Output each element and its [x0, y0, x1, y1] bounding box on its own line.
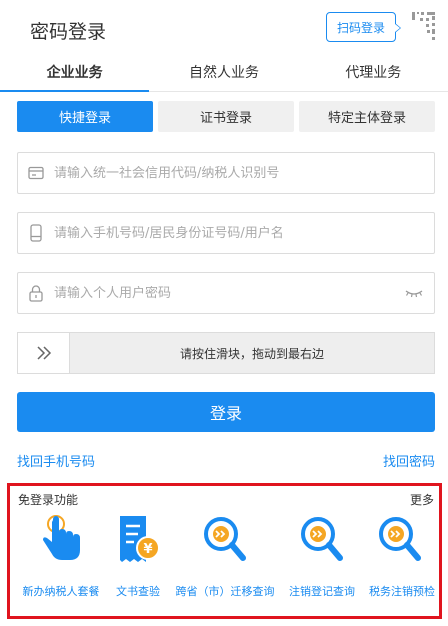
slider-captcha: 请按住滑块，拖动到最右边	[17, 332, 435, 374]
free-func-document-check[interactable]: ¥ 文书查验	[110, 486, 166, 616]
slider-handle[interactable]	[18, 333, 70, 373]
free-login-section: 免登录功能 更多 新办纳税人套餐 ¥ 文书查验 跨省（市）迁移查询 注销登记查询…	[7, 483, 442, 619]
credit-code-field	[17, 152, 435, 194]
phone-icon	[18, 213, 54, 253]
free-func-label: 注销登记查询	[289, 585, 355, 598]
free-func-deregistration-query[interactable]: 注销登记查询	[284, 486, 360, 616]
password-field	[17, 272, 435, 314]
business-tabs: 企业业务 自然人业务 代理业务	[0, 52, 448, 92]
search-magnifier-icon	[379, 517, 421, 561]
lock-icon	[18, 273, 54, 313]
free-func-migration-query[interactable]: 跨省（市）迁移查询	[170, 486, 280, 616]
id-card-icon	[18, 153, 54, 193]
page-title: 密码登录	[30, 21, 107, 43]
hand-tap-icon	[43, 515, 80, 560]
special-entity-login-button[interactable]: 特定主体登录	[299, 101, 435, 132]
tab-enterprise[interactable]: 企业业务	[0, 52, 150, 92]
eye-closed-icon[interactable]	[394, 273, 434, 313]
certificate-login-button[interactable]: 证书登录	[158, 101, 294, 132]
credit-code-input[interactable]	[54, 165, 434, 181]
free-func-label: 文书查验	[116, 585, 160, 598]
phone-input[interactable]	[54, 225, 434, 241]
quick-login-button[interactable]: 快捷登录	[17, 101, 153, 132]
login-button[interactable]: 登录	[17, 392, 435, 432]
document-yuan-icon: ¥	[120, 516, 160, 562]
free-func-deregistration-precheck[interactable]: 税务注销预检	[364, 486, 440, 616]
free-func-label: 税务注销预检	[369, 585, 435, 598]
free-func-label: 新办纳税人套餐	[22, 585, 100, 598]
qr-code-icon[interactable]	[406, 10, 442, 46]
login-mode-selector: 快捷登录 证书登录 特定主体登录	[17, 101, 435, 132]
phone-field	[17, 212, 435, 254]
tab-individual[interactable]: 自然人业务	[149, 52, 298, 91]
search-magnifier-icon	[204, 517, 246, 561]
free-func-label: 跨省（市）迁移查询	[175, 585, 275, 598]
search-magnifier-icon	[301, 517, 343, 561]
header: 密码登录 扫码登录	[0, 0, 448, 52]
password-input[interactable]	[54, 285, 394, 301]
svg-text:¥: ¥	[143, 542, 152, 557]
recover-password-link[interactable]: 找回密码	[383, 451, 435, 470]
tab-agent[interactable]: 代理业务	[299, 52, 448, 91]
scan-login-button[interactable]: 扫码登录	[326, 12, 401, 42]
recover-phone-link[interactable]: 找回手机号码	[17, 451, 95, 470]
free-func-new-taxpayer[interactable]: 新办纳税人套餐	[18, 486, 104, 616]
double-chevron-right-icon	[36, 346, 51, 360]
slider-hint: 请按住滑块，拖动到最右边	[179, 346, 324, 361]
